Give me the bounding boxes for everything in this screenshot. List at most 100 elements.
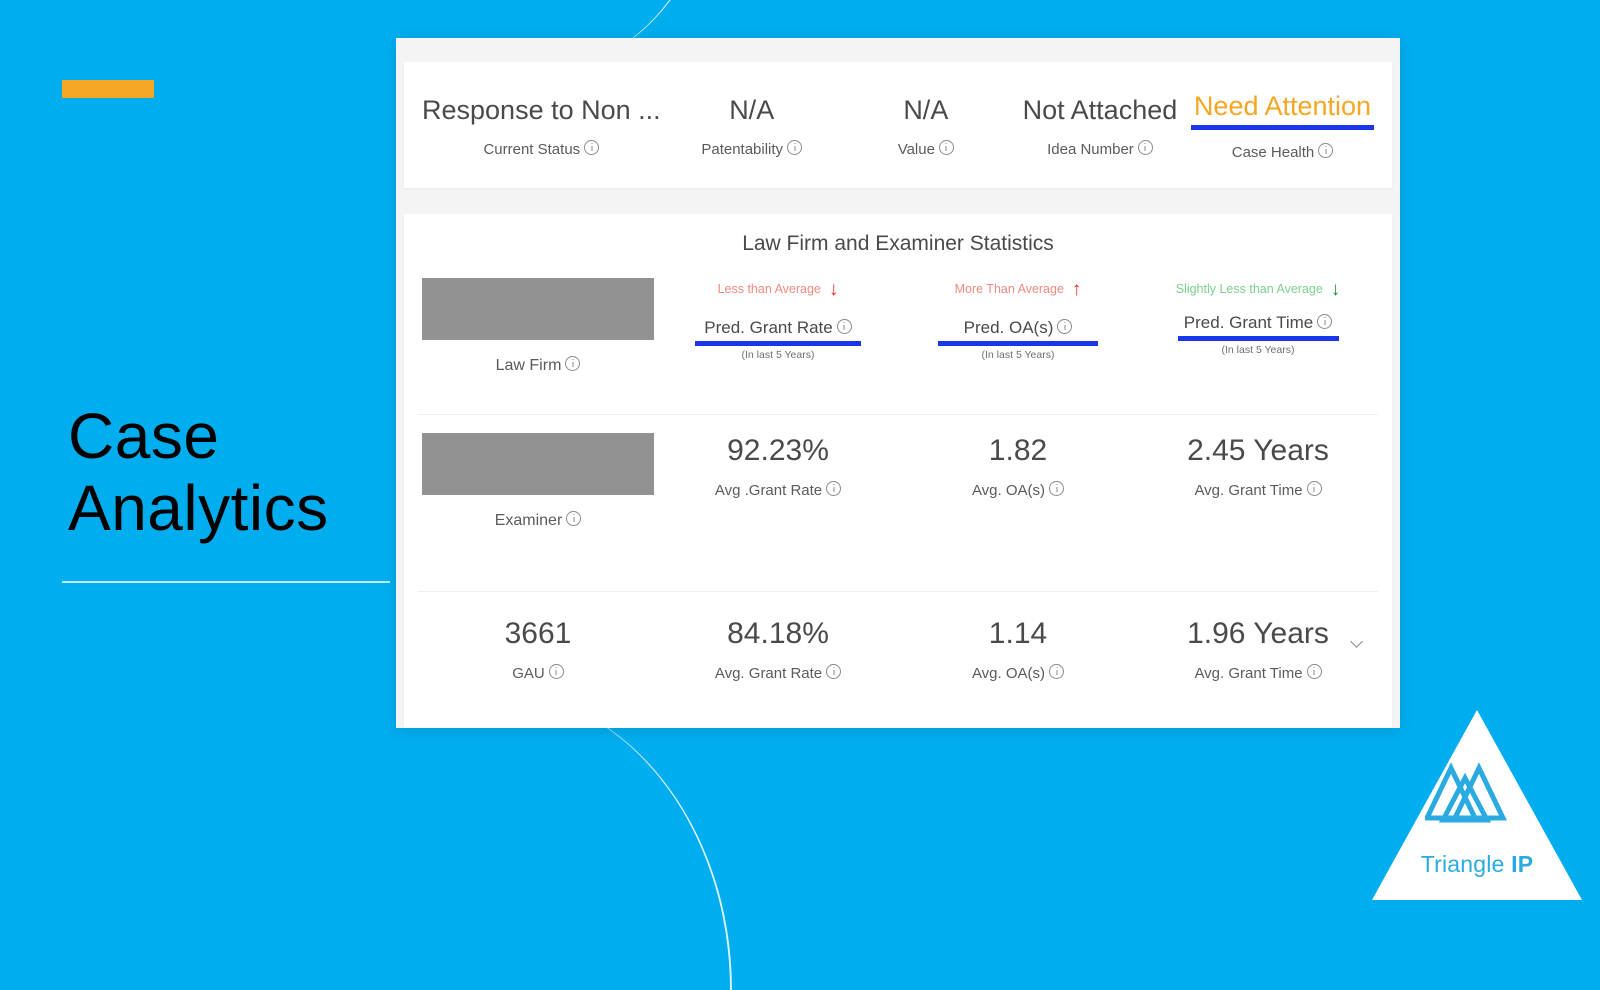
examiner-avg-grant-time-label: Avg. Grant Time (1142, 481, 1374, 499)
page-title-line-2: Analytics (68, 472, 329, 544)
gau-avg-grant-time-label-text: Avg. Grant Time (1194, 665, 1303, 682)
law-firm-examiner-statistics-card: Law Firm and Examiner Statistics Law Fir… (404, 214, 1392, 728)
info-icon[interactable] (1049, 664, 1065, 679)
pred-grant-rate-sub: (In last 5 Years) (741, 349, 815, 361)
info-icon[interactable] (1317, 314, 1333, 329)
examiner-avg-oa-label: Avg. OA(s) (902, 481, 1134, 499)
info-icon[interactable] (565, 356, 581, 371)
info-icon[interactable] (566, 511, 582, 526)
info-icon[interactable] (826, 664, 842, 679)
logo-text-regular: Triangle (1420, 851, 1512, 877)
examiner-avg-grant-time-value: 2.45 Years (1187, 434, 1329, 467)
logo-text: Triangle IP (1372, 851, 1582, 878)
arrow-up-icon: ↑ (1071, 278, 1082, 300)
gau-avg-grant-rate-label: Avg. Grant Rate (662, 664, 894, 682)
pred-grant-time-column: Slightly Less than Average ↓ Pred. Grant… (1138, 278, 1378, 357)
trend-indicator-grant-time: Slightly Less than Average ↓ (1142, 278, 1374, 300)
chevron-down-icon[interactable] (1351, 636, 1364, 649)
pred-oa-label-text: Pred. OA(s) (963, 318, 1054, 337)
app-window: Response to Non ... Current Status N/A P… (396, 38, 1400, 728)
summary-cell-patentability[interactable]: N/A Patentability (665, 93, 839, 158)
gau-value: 3661 (504, 617, 572, 650)
gau-avg-grant-rate-value: 84.18% (727, 617, 829, 650)
summary-cell-current-status[interactable]: Response to Non ... Current Status (418, 93, 665, 158)
page-title-line-1: Case (68, 400, 220, 472)
examiner-avg-grant-time: 2.45 Years Avg. Grant Time (1138, 433, 1378, 499)
accent-bar (62, 80, 154, 98)
summary-label-value: Value (843, 139, 1009, 158)
summary-label-case-health: Case Health (1191, 143, 1374, 161)
pred-grant-time-label-text: Pred. Grant Time (1183, 313, 1314, 332)
summary-cell-idea-number[interactable]: Not Attached Idea Number (1013, 93, 1187, 158)
summary-value-current-status: Response to Non ... (422, 94, 661, 125)
pred-grant-time-block[interactable]: Pred. Grant Time (In last 5 Years) (1142, 313, 1374, 356)
gau-label-text: GAU (512, 665, 545, 682)
case-summary-card: Response to Non ... Current Status N/A P… (404, 62, 1392, 188)
statistics-header-row: Law Firm Less than Average ↓ Pred. Grant… (418, 272, 1378, 414)
summary-label-patentability: Patentability (669, 139, 835, 158)
info-icon[interactable] (548, 664, 564, 679)
info-icon[interactable] (1306, 664, 1322, 679)
info-icon[interactable] (1318, 143, 1334, 158)
logo-text-bold: IP (1511, 851, 1534, 877)
trend-indicator-oa: More Than Average ↑ (902, 278, 1134, 300)
gau-row: 3661 GAU 84.18% Avg. Grant Rate 1.14 Avg… (418, 591, 1378, 728)
trend-text-grant-rate: Less than Average (717, 282, 821, 296)
examiner-avg-grant-rate-value: 92.23% (727, 434, 829, 467)
trend-text-grant-time: Slightly Less than Average (1175, 282, 1323, 296)
arrow-down-icon: ↓ (828, 278, 839, 300)
summary-cell-value[interactable]: N/A Value (839, 93, 1013, 158)
info-icon[interactable] (836, 319, 852, 334)
law-firm-caption-text: Law Firm (495, 357, 562, 374)
info-icon[interactable] (938, 139, 954, 155)
logo-mark-icon (1425, 762, 1507, 823)
examiner-cell: Examiner (418, 433, 658, 530)
summary-label-idea-number: Idea Number (1017, 139, 1183, 158)
gau-avg-oa-label: Avg. OA(s) (902, 664, 1134, 682)
gau-avg-grant-time-label: Avg. Grant Time (1142, 664, 1374, 682)
examiner-avg-grant-rate-label: Avg .Grant Rate (662, 481, 894, 499)
info-icon[interactable] (1049, 481, 1065, 496)
summary-label-text-idea-number: Idea Number (1047, 140, 1134, 158)
gau-avg-grant-time-value: 1.96 Years (1187, 617, 1329, 650)
gau-avg-grant-rate: 84.18% Avg. Grant Rate (658, 616, 898, 682)
page-title: Case Analytics (68, 400, 398, 544)
gau-avg-oa-value: 1.14 (988, 617, 1048, 650)
info-icon[interactable] (826, 481, 842, 496)
examiner-row: Examiner 92.23% Avg .Grant Rate 1.82 Avg… (418, 414, 1378, 591)
summary-value-idea-number: Not Attached (1022, 94, 1178, 125)
arrow-down-icon: ↓ (1330, 278, 1341, 300)
examiner-avg-oa: 1.82 Avg. OA(s) (898, 433, 1138, 499)
examiner-avg-grant-rate-label-text: Avg .Grant Rate (714, 482, 823, 499)
pred-grant-rate-underline (695, 341, 861, 346)
gau-avg-oa-label-text: Avg. OA(s) (971, 665, 1046, 682)
examiner-avg-grant-time-label-text: Avg. Grant Time (1194, 482, 1303, 499)
examiner-avg-oa-label-text: Avg. OA(s) (971, 482, 1046, 499)
pred-grant-time-underline (1177, 336, 1339, 341)
pred-grant-rate-label-text: Pred. Grant Rate (704, 318, 833, 337)
examiner-avg-oa-value: 1.82 (988, 434, 1048, 467)
info-icon[interactable] (1057, 319, 1073, 334)
summary-value-case-health: Need Attention (1193, 91, 1372, 121)
summary-label-text-value: Value (897, 140, 935, 158)
summary-cell-case-health[interactable]: Need Attention Case Health (1187, 89, 1378, 161)
pred-grant-rate-column: Less than Average ↓ Pred. Grant Rate (In… (658, 278, 898, 361)
info-icon[interactable] (584, 139, 600, 155)
summary-label-current-status: Current Status (422, 139, 661, 158)
info-icon[interactable] (787, 139, 803, 155)
examiner-placeholder (422, 433, 654, 495)
info-icon[interactable] (1137, 139, 1153, 155)
statistics-title: Law Firm and Examiner Statistics (742, 232, 1054, 255)
trend-text-oa: More Than Average (954, 282, 1064, 296)
pred-grant-rate-block[interactable]: Pred. Grant Rate (In last 5 Years) (662, 318, 894, 361)
summary-value-patentability: N/A (729, 94, 775, 125)
gau-avg-oa: 1.14 Avg. OA(s) (898, 616, 1138, 682)
pred-oa-block[interactable]: Pred. OA(s) (In last 5 Years) (902, 318, 1134, 361)
examiner-caption-text: Examiner (494, 512, 563, 529)
info-icon[interactable] (1306, 481, 1322, 496)
gau-avg-grant-time: 1.96 Years Avg. Grant Time (1138, 616, 1378, 682)
title-divider (62, 581, 390, 583)
examiner-caption: Examiner (422, 511, 654, 530)
pred-oa-label: Pred. OA(s) (902, 318, 1134, 338)
pred-oa-underline (938, 341, 1098, 346)
